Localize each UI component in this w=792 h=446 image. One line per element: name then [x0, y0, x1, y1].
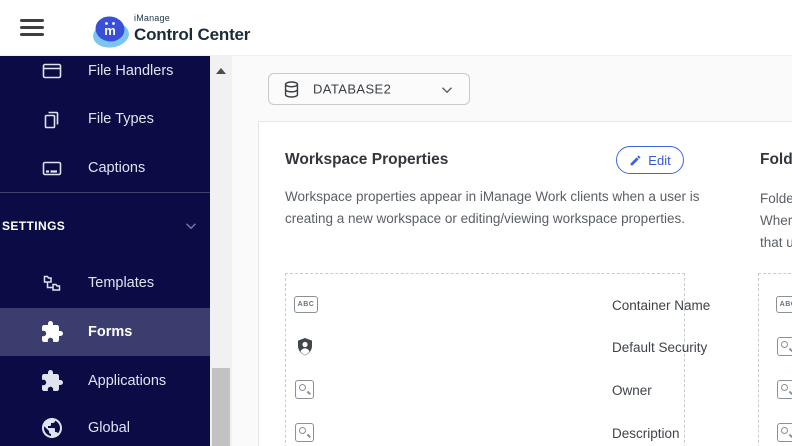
lookup-field-icon [777, 423, 792, 442]
sidebar-item-label: Captions [88, 160, 146, 176]
field-label: Owner [612, 383, 652, 398]
folder-properties-description-line: Folde [760, 191, 792, 206]
brand-imanage: iManage [134, 13, 170, 23]
security-shield-icon [296, 337, 314, 357]
workspace-properties-description: Workspace properties appear in iManage W… [285, 189, 700, 226]
sidebar-item-captions[interactable]: Captions [0, 144, 210, 192]
lookup-field-icon [295, 380, 314, 399]
brand-control-center: Control Center [134, 25, 251, 44]
lookup-field-icon [777, 380, 792, 399]
svg-text:m: m [104, 23, 116, 38]
field-row[interactable] [758, 326, 792, 368]
sidebar-item-label: Templates [88, 275, 155, 291]
globe-icon [40, 416, 64, 440]
database-icon [282, 80, 301, 99]
caption-card-icon [40, 156, 64, 180]
field-row-description[interactable]: Description [285, 412, 685, 446]
sidebar-section-label: SETTINGS [2, 219, 66, 233]
field-row-owner[interactable]: Owner [285, 369, 685, 411]
imanage-control-center-window: m iManage Control Center File Handlers F… [0, 0, 792, 446]
lookup-field-icon [295, 423, 314, 442]
sidebar-item-applications[interactable]: Applications [0, 357, 210, 405]
field-row[interactable] [758, 412, 792, 446]
app-header: m iManage Control Center [0, 0, 792, 56]
field-row-default-security[interactable]: Default Security [285, 326, 707, 368]
brand-text: iManage Control Center [134, 13, 251, 44]
sidebar-item-file-types[interactable]: File Types [0, 95, 210, 143]
sidebar-scrollbar[interactable] [210, 56, 232, 446]
imanage-logo-icon: m [90, 13, 132, 51]
scrollbar-up-arrow-icon[interactable] [216, 68, 226, 74]
chevron-down-icon [438, 81, 456, 99]
abc-field-icon: ABC [776, 296, 792, 313]
puzzle-icon [40, 320, 64, 344]
hamburger-menu-icon[interactable] [20, 19, 44, 37]
sidebar-nav: File Handlers File Types Captions SETTIN… [0, 56, 210, 446]
workspace-properties-title: Workspace Properties [285, 151, 449, 168]
sidebar-section-settings[interactable]: SETTINGS [0, 203, 210, 249]
template-hierarchy-icon [40, 271, 64, 295]
database-selector-dropdown[interactable]: DATABASE2 [268, 73, 470, 105]
field-label: Container Name [612, 298, 711, 313]
sidebar-divider [0, 192, 210, 193]
field-label: Default Security [612, 340, 708, 355]
lookup-field-icon [777, 337, 792, 356]
field-label: Description [612, 426, 680, 441]
sidebar-item-label: Global [88, 420, 130, 436]
sidebar-item-label: Applications [88, 373, 167, 389]
sidebar-item-label: File Handlers [88, 63, 174, 79]
folder-properties-description-line: that u [760, 235, 792, 250]
sidebar-item-templates[interactable]: Templates [0, 259, 210, 307]
pencil-icon [630, 155, 641, 165]
sidebar-item-forms[interactable]: Forms [0, 308, 210, 356]
abc-field-icon: ABC [294, 296, 318, 313]
folder-properties-description-line: Wher [760, 213, 792, 228]
folder-properties-title: Fold [760, 151, 792, 168]
database-selector-value: DATABASE2 [313, 81, 392, 97]
edit-button-label: Edit [648, 152, 671, 168]
sidebar-item-label: Forms [88, 324, 133, 340]
sidebar-item-global[interactable]: Global [0, 404, 210, 446]
scrollbar-thumb[interactable] [212, 368, 230, 446]
edit-workspace-properties-button[interactable]: Edit [616, 146, 684, 174]
chevron-down-icon [182, 217, 200, 235]
puzzle-icon [40, 369, 64, 393]
field-row[interactable] [758, 369, 792, 411]
window-icon [40, 59, 64, 83]
field-row[interactable]: ABC [758, 284, 792, 326]
pages-icon [40, 107, 64, 131]
sidebar-item-label: File Types [88, 111, 154, 127]
field-row-container-name[interactable]: ABC Container Name [285, 284, 710, 326]
